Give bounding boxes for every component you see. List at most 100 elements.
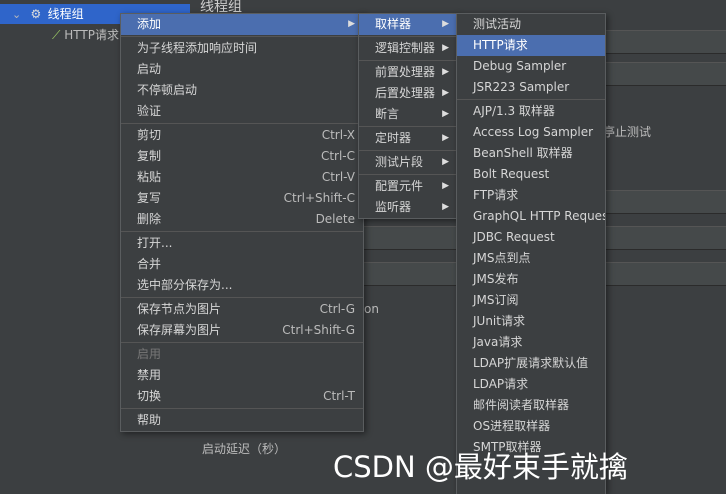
shortcut-label: Ctrl-T [323, 389, 355, 403]
sampler-item[interactable]: Java请求 [457, 332, 605, 353]
submenu-arrow-icon: ▶ [442, 157, 449, 167]
menu-item-duplicate[interactable]: 复写 Ctrl+Shift-C [121, 188, 363, 209]
menu-separator [359, 174, 457, 175]
menu-item-label: 监听器 [375, 200, 412, 214]
sampler-item[interactable]: JSR223 Sampler [457, 77, 605, 98]
menu-item-post-processor[interactable]: 后置处理器 ▶ [359, 83, 457, 104]
menu-item-assertion[interactable]: 断言 ▶ [359, 104, 457, 125]
submenu-arrow-icon: ▶ [442, 133, 449, 143]
sampler-item[interactable]: LDAP请求 [457, 374, 605, 395]
menu-item-help[interactable]: 帮助 [121, 410, 363, 431]
menu-item-label: 切换 [137, 389, 162, 403]
menu-item-label: 添加 [137, 17, 162, 31]
shortcut-label: Delete [315, 212, 355, 226]
menu-separator [121, 231, 363, 232]
submenu-arrow-icon: ▶ [442, 181, 449, 191]
menu-item-label: 复写 [137, 191, 162, 205]
menu-item-label: 定时器 [375, 131, 412, 145]
menu-separator [121, 36, 363, 37]
sampler-item[interactable]: JMS发布 [457, 269, 605, 290]
gear-icon: ⚙ [30, 7, 42, 21]
menu-item-delete[interactable]: 删除 Delete [121, 209, 363, 230]
sampler-item[interactable]: Access Log Sampler [457, 122, 605, 143]
menu-item-paste[interactable]: 粘贴 Ctrl-V [121, 167, 363, 188]
menu-item-label: 前置处理器 [375, 65, 436, 79]
menu-item-label: 保存屏幕为图片 [137, 323, 222, 337]
menu-separator [457, 99, 605, 100]
tree-node-http-request[interactable]: ⟋ HTTP请求 [52, 25, 119, 45]
menu-separator [359, 36, 457, 37]
menu-item-pre-processor[interactable]: 前置处理器 ▶ [359, 62, 457, 83]
sampler-item[interactable]: JMS订阅 [457, 290, 605, 311]
tree-node-label: HTTP请求 [64, 28, 119, 42]
sampler-item[interactable]: Bolt Request [457, 164, 605, 185]
chevron-down-icon[interactable]: ⌄ [0, 5, 24, 25]
submenu-arrow-icon: ▶ [442, 67, 449, 77]
menu-item-start-no-pause[interactable]: 不停顿启动 [121, 80, 363, 101]
menu-item-logic-controller[interactable]: 逻辑控制器 ▶ [359, 38, 457, 59]
menu-item-enable: 启用 [137, 347, 162, 361]
sampler-item[interactable]: JMS点到点 [457, 248, 605, 269]
menu-item-add[interactable]: 添加 ▶ [121, 14, 363, 35]
menu-item-add-think-time[interactable]: 为子线程添加响应时间 [121, 38, 363, 59]
tree-node-label: 线程组 [47, 7, 84, 21]
menu-item-copy[interactable]: 复制 Ctrl-C [121, 146, 363, 167]
menu-item-cut[interactable]: 剪切 Ctrl-X [121, 125, 363, 146]
shortcut-label: Ctrl-C [320, 149, 355, 163]
menu-separator [359, 60, 457, 61]
menu-item-toggle[interactable]: 切换 Ctrl-T [121, 386, 363, 407]
sampler-item[interactable]: Debug Sampler [457, 56, 605, 77]
sampler-item[interactable]: 测试活动 [457, 14, 605, 35]
menu-item-label: 测试片段 [375, 155, 424, 169]
sampler-item[interactable]: GraphQL HTTP Request [457, 206, 605, 227]
menu-item-label: 断言 [375, 107, 400, 121]
sampler-item[interactable]: LDAP扩展请求默认值 [457, 353, 605, 374]
menu-item-label: 删除 [137, 212, 162, 226]
watermark: CSDN @最好束手就擒 [333, 450, 628, 484]
menu-item-label: 配置元件 [375, 179, 424, 193]
shortcut-label: Ctrl-V [321, 170, 355, 184]
menu-item-open[interactable]: 打开... [121, 233, 363, 254]
menu-item-validate[interactable]: 验证 [121, 101, 363, 122]
menu-item-label: 粘贴 [137, 170, 162, 184]
menu-separator [121, 342, 363, 343]
menu-item-label: 后置处理器 [375, 86, 436, 100]
sampler-item[interactable]: 邮件阅读者取样器 [457, 395, 605, 416]
menu-item-config-element[interactable]: 配置元件 ▶ [359, 176, 457, 197]
menu-item-merge[interactable]: 合并 [121, 254, 363, 275]
stop-test-label: 亭止测试 [603, 125, 652, 139]
sampler-item[interactable]: AJP/1.3 取样器 [457, 101, 605, 122]
sampler-item[interactable]: JDBC Request [457, 227, 605, 248]
menu-item-start[interactable]: 启动 [121, 59, 363, 80]
menu-item-save-screen-image[interactable]: 保存屏幕为图片 Ctrl+Shift-G [121, 320, 363, 341]
shortcut-label: Ctrl+Shift-G [282, 323, 355, 337]
menu-item-sampler[interactable]: 取样器 ▶ [359, 14, 457, 35]
submenu-arrow-icon: ▶ [442, 109, 449, 119]
shortcut-label: Ctrl+Shift-C [283, 191, 355, 205]
sampler-submenu: 测试活动 HTTP请求 Debug Sampler JSR223 Sampler… [456, 13, 606, 494]
menu-item-label: 逻辑控制器 [375, 41, 436, 55]
menu-item-listener[interactable]: 监听器 ▶ [359, 197, 457, 218]
menu-item-disable[interactable]: 禁用 [121, 365, 363, 386]
submenu-arrow-icon: ▶ [442, 202, 449, 212]
startup-delay-label: 启动延迟（秒） [202, 442, 287, 456]
submenu-arrow-icon: ▶ [348, 19, 355, 29]
sampler-item[interactable]: JUnit请求 [457, 311, 605, 332]
menu-item-label: 复制 [137, 149, 162, 163]
menu-item-label: 取样器 [375, 17, 412, 31]
menu-item-save-selection[interactable]: 选中部分保存为... [121, 275, 363, 296]
menu-item-label: 保存节点为图片 [137, 302, 222, 316]
sampler-item[interactable]: BeanShell 取样器 [457, 143, 605, 164]
menu-item-timer[interactable]: 定时器 ▶ [359, 128, 457, 149]
menu-separator [359, 150, 457, 151]
menu-item-save-node-image[interactable]: 保存节点为图片 Ctrl-G [121, 299, 363, 320]
menu-item-test-fragment[interactable]: 测试片段 ▶ [359, 152, 457, 173]
partial-label: on [364, 302, 379, 316]
sampler-item[interactable]: OS进程取样器 [457, 416, 605, 437]
submenu-arrow-icon: ▶ [442, 43, 449, 53]
sampler-item[interactable]: FTP请求 [457, 185, 605, 206]
context-menu: 添加 ▶ 为子线程添加响应时间 启动 不停顿启动 验证 剪切 Ctrl-X 复制 Ct… [120, 13, 364, 432]
menu-separator [121, 297, 363, 298]
sampler-item[interactable]: HTTP请求 [457, 35, 605, 56]
submenu-arrow-icon: ▶ [442, 88, 449, 98]
